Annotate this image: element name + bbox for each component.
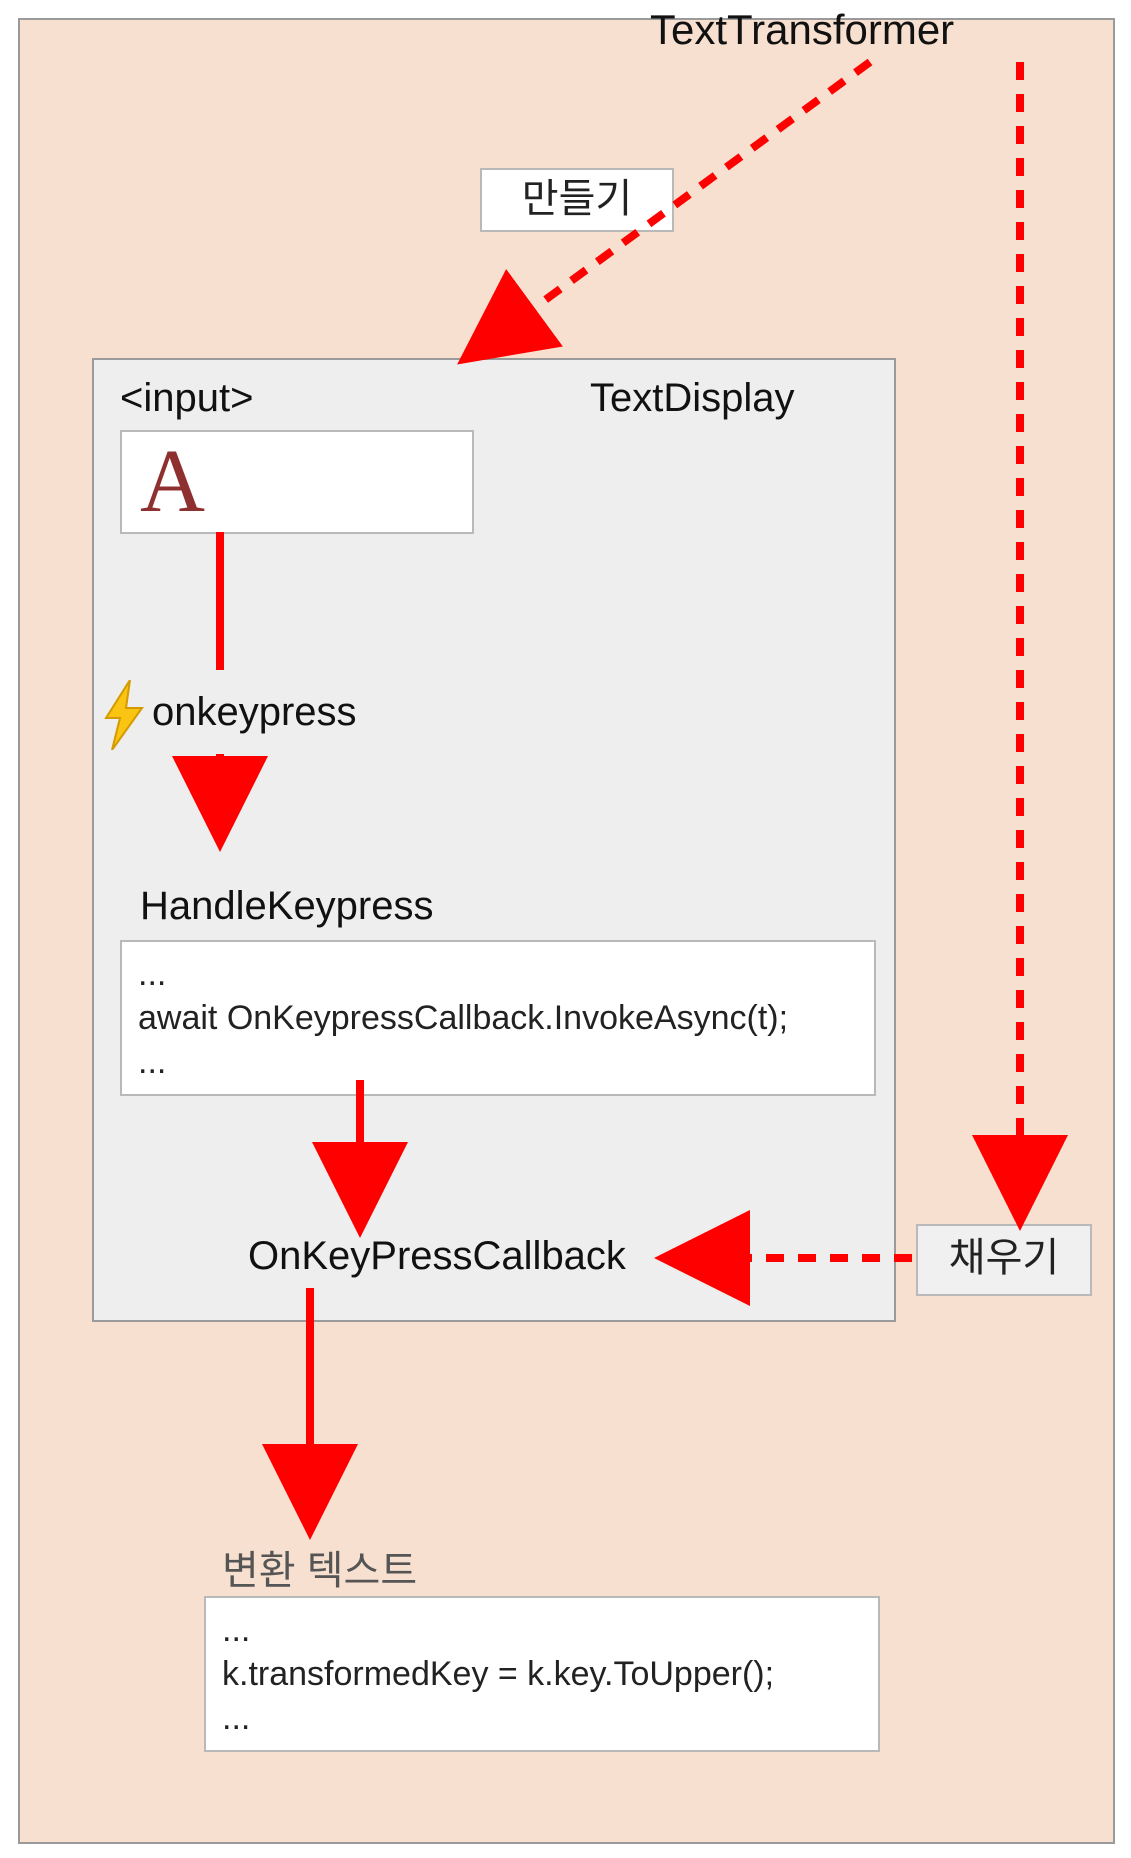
text-display-label: TextDisplay bbox=[590, 376, 795, 421]
text-transformer-title: TextTransformer bbox=[650, 6, 954, 54]
code-line: ... bbox=[222, 1696, 862, 1740]
code-line: ... bbox=[222, 1608, 862, 1652]
code-line: await OnKeypressCallback.InvokeAsync(t); bbox=[138, 996, 858, 1040]
input-sample-value: A bbox=[122, 432, 205, 531]
transform-code: ... k.transformedKey = k.key.ToUpper(); … bbox=[204, 1596, 880, 1752]
create-tag: 만들기 bbox=[480, 168, 674, 232]
diagram-canvas: TextTransformer 만들기 <input> TextDisplay … bbox=[0, 0, 1131, 1858]
input-sample: A bbox=[120, 430, 474, 534]
input-tag-label: <input> bbox=[120, 376, 253, 421]
lightning-icon bbox=[100, 680, 148, 750]
transform-heading: 변환 텍스트 bbox=[222, 1538, 417, 1596]
handle-keypress-label: HandleKeypress bbox=[140, 884, 434, 929]
onkeypress-label: onkeypress bbox=[152, 690, 357, 735]
code-line: ... bbox=[138, 952, 858, 996]
fill-tag: 채우기 bbox=[916, 1224, 1092, 1296]
code-line: k.transformedKey = k.key.ToUpper(); bbox=[222, 1652, 862, 1696]
code-line: ... bbox=[138, 1040, 858, 1084]
handle-keypress-code: ... await OnKeypressCallback.InvokeAsync… bbox=[120, 940, 876, 1096]
onkeypress-callback-label: OnKeyPressCallback bbox=[248, 1234, 626, 1279]
